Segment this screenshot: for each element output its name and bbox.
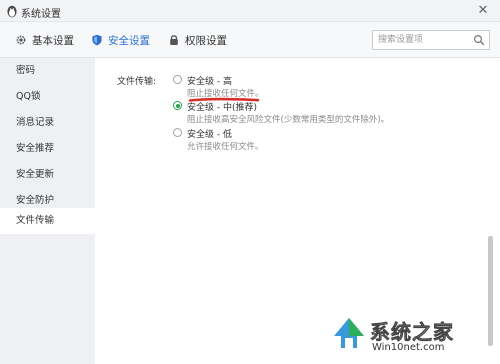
file-transfer-label: 文件传输: (117, 77, 157, 87)
search-icon[interactable] (473, 34, 485, 46)
option-title: 安全级 - 高 (187, 77, 232, 87)
radio-high[interactable] (173, 75, 182, 84)
qq-penguin-icon (7, 5, 17, 18)
lock-icon (170, 35, 178, 45)
sidebar-item-file-transfer[interactable]: 文件传输 (0, 208, 95, 234)
tab-label: 基本设置 (32, 34, 74, 47)
sidebar-item-security-recommend[interactable]: 安全推荐 (0, 136, 95, 162)
tab-basic-settings[interactable]: 基本设置 (15, 32, 74, 48)
site-logo-icon (334, 318, 364, 348)
watermark-title: 系统之家 (370, 320, 454, 345)
tab-security-settings[interactable]: 安全设置 (91, 32, 150, 48)
gear-icon (16, 35, 26, 45)
sidebar-item-message-history[interactable]: 消息记录 (0, 110, 95, 136)
radio-low[interactable] (173, 128, 182, 137)
sidebar-item-security-update[interactable]: 安全更新 (0, 162, 95, 188)
settings-tab-bar: 基本设置 安全设置 权限设置 (0, 22, 500, 58)
title-bar: 系统设置 ✕ (0, 0, 500, 22)
settings-window: 系统设置 ✕ 基本设置 安全设置 权限设置 搜索设置项 密码 QQ锁 消息记录 … (0, 0, 500, 364)
settings-sidebar: 密码 QQ锁 消息记录 安全推荐 安全更新 安全防护 文件传输 (0, 58, 95, 364)
sidebar-item-qq-lock[interactable]: QQ锁 (0, 84, 95, 110)
close-button[interactable]: ✕ (474, 2, 492, 20)
sidebar-item-password[interactable]: 密码 (0, 58, 95, 84)
tab-label: 安全设置 (108, 34, 150, 47)
site-watermark: 系统之家 Win10net.com (330, 312, 498, 360)
radio-medium[interactable] (173, 101, 182, 110)
shield-icon (92, 34, 102, 46)
option-title: 安全级 - 低 (187, 130, 232, 140)
tab-label: 权限设置 (185, 34, 227, 47)
option-description: 允许接收任何文件。 (187, 142, 264, 152)
red-annotation-underline (188, 97, 260, 102)
search-input[interactable] (378, 33, 470, 47)
option-description: 阻止接收高安全风险文件(少数常用类型的文件除外)。 (187, 115, 390, 125)
watermark-url: Win10net.com (372, 342, 445, 353)
tab-permission-settings[interactable]: 权限设置 (168, 32, 227, 48)
window-title: 系统设置 (21, 9, 61, 20)
search-box[interactable] (372, 30, 490, 50)
